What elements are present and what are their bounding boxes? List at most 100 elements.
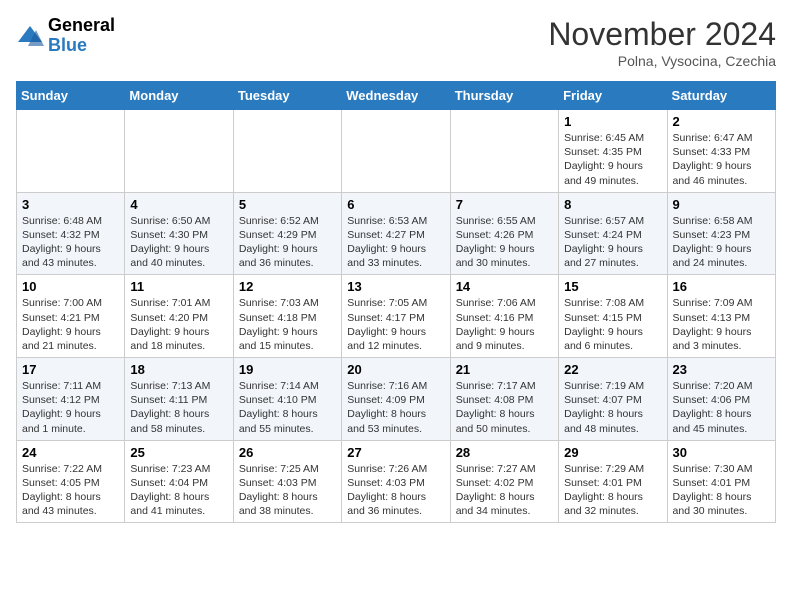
day-info: Sunrise: 7:19 AM Sunset: 4:07 PM Dayligh… bbox=[564, 379, 661, 436]
calendar-cell: 26Sunrise: 7:25 AM Sunset: 4:03 PM Dayli… bbox=[233, 440, 341, 523]
day-info: Sunrise: 7:26 AM Sunset: 4:03 PM Dayligh… bbox=[347, 462, 444, 519]
logo-general: General bbox=[48, 16, 115, 36]
day-info: Sunrise: 7:16 AM Sunset: 4:09 PM Dayligh… bbox=[347, 379, 444, 436]
day-info: Sunrise: 7:30 AM Sunset: 4:01 PM Dayligh… bbox=[673, 462, 770, 519]
day-number: 4 bbox=[130, 197, 227, 212]
calendar-cell: 14Sunrise: 7:06 AM Sunset: 4:16 PM Dayli… bbox=[450, 275, 558, 358]
calendar-cell: 25 Sunrise: 7:23 AM Sunset: 4:04 PM Dayli… bbox=[125, 440, 233, 523]
day-number: 13 bbox=[347, 279, 444, 294]
day-info: Sunrise: 7:05 AM Sunset: 4:17 PM Dayligh… bbox=[347, 296, 444, 353]
day-number: 24 bbox=[22, 445, 119, 460]
location: Polna, Vysocina, Czechia bbox=[548, 53, 776, 69]
calendar-cell: 3 Sunrise: 6:48 AM Sunset: 4:32 PM Daylig… bbox=[17, 192, 125, 275]
calendar-cell bbox=[342, 110, 450, 193]
day-number: 22 bbox=[564, 362, 661, 377]
logo-text: General Blue bbox=[48, 16, 115, 56]
day-number: 8 bbox=[564, 197, 661, 212]
day-info: Sunrise: 7:13 AM Sunset: 4:11 PM Dayligh… bbox=[130, 379, 227, 436]
logo: General Blue bbox=[16, 16, 115, 56]
calendar-week-row: 3 Sunrise: 6:48 AM Sunset: 4:32 PM Daylig… bbox=[17, 192, 776, 275]
day-info: Sunrise: 6:52 AM Sunset: 4:29 PM Dayligh… bbox=[239, 214, 336, 271]
day-info: Sunrise: 7:23 AM Sunset: 4:04 PM Dayligh… bbox=[130, 462, 227, 519]
page-header: General Blue November 2024 Polna, Vysoci… bbox=[16, 16, 776, 69]
day-info: Sunrise: 7:01 AM Sunset: 4:20 PM Dayligh… bbox=[130, 296, 227, 353]
day-number: 3 bbox=[22, 197, 119, 212]
calendar-week-row: 1Sunrise: 6:45 AM Sunset: 4:35 PM Daylig… bbox=[17, 110, 776, 193]
calendar-cell: 12Sunrise: 7:03 AM Sunset: 4:18 PM Dayli… bbox=[233, 275, 341, 358]
calendar-cell: 18 Sunrise: 7:13 AM Sunset: 4:11 PM Dayli… bbox=[125, 358, 233, 441]
weekday-header: Sunday bbox=[17, 82, 125, 110]
logo-blue: Blue bbox=[48, 36, 115, 56]
day-info: Sunrise: 6:48 AM Sunset: 4:32 PM Dayligh… bbox=[22, 214, 119, 271]
calendar-cell: 28 Sunrise: 7:27 AM Sunset: 4:02 PM Dayli… bbox=[450, 440, 558, 523]
calendar-cell: 5Sunrise: 6:52 AM Sunset: 4:29 PM Daylig… bbox=[233, 192, 341, 275]
day-number: 29 bbox=[564, 445, 661, 460]
day-number: 21 bbox=[456, 362, 553, 377]
calendar-cell: 1Sunrise: 6:45 AM Sunset: 4:35 PM Daylig… bbox=[559, 110, 667, 193]
calendar-table: SundayMondayTuesdayWednesdayThursdayFrid… bbox=[16, 81, 776, 523]
day-info: Sunrise: 7:20 AM Sunset: 4:06 PM Dayligh… bbox=[673, 379, 770, 436]
calendar-week-row: 24Sunrise: 7:22 AM Sunset: 4:05 PM Dayli… bbox=[17, 440, 776, 523]
day-number: 17 bbox=[22, 362, 119, 377]
title-block: November 2024 Polna, Vysocina, Czechia bbox=[548, 16, 776, 69]
calendar-cell bbox=[17, 110, 125, 193]
calendar-cell: 10 Sunrise: 7:00 AM Sunset: 4:21 PM Dayli… bbox=[17, 275, 125, 358]
calendar-cell: 7 Sunrise: 6:55 AM Sunset: 4:26 PM Daylig… bbox=[450, 192, 558, 275]
day-number: 14 bbox=[456, 279, 553, 294]
calendar-cell: 8Sunrise: 6:57 AM Sunset: 4:24 PM Daylig… bbox=[559, 192, 667, 275]
weekday-header: Tuesday bbox=[233, 82, 341, 110]
day-info: Sunrise: 6:55 AM Sunset: 4:26 PM Dayligh… bbox=[456, 214, 553, 271]
weekday-header: Monday bbox=[125, 82, 233, 110]
day-number: 28 bbox=[456, 445, 553, 460]
calendar-cell: 2Sunrise: 6:47 AM Sunset: 4:33 PM Daylig… bbox=[667, 110, 775, 193]
day-number: 9 bbox=[673, 197, 770, 212]
day-info: Sunrise: 7:29 AM Sunset: 4:01 PM Dayligh… bbox=[564, 462, 661, 519]
calendar-cell: 11Sunrise: 7:01 AM Sunset: 4:20 PM Dayli… bbox=[125, 275, 233, 358]
calendar-cell bbox=[233, 110, 341, 193]
day-info: Sunrise: 7:08 AM Sunset: 4:15 PM Dayligh… bbox=[564, 296, 661, 353]
calendar-cell: 24Sunrise: 7:22 AM Sunset: 4:05 PM Dayli… bbox=[17, 440, 125, 523]
day-info: Sunrise: 7:09 AM Sunset: 4:13 PM Dayligh… bbox=[673, 296, 770, 353]
day-number: 19 bbox=[239, 362, 336, 377]
calendar-cell: 6 Sunrise: 6:53 AM Sunset: 4:27 PM Daylig… bbox=[342, 192, 450, 275]
calendar-cell: 17 Sunrise: 7:11 AM Sunset: 4:12 PM Dayli… bbox=[17, 358, 125, 441]
day-info: Sunrise: 6:58 AM Sunset: 4:23 PM Dayligh… bbox=[673, 214, 770, 271]
calendar-cell: 23 Sunrise: 7:20 AM Sunset: 4:06 PM Dayli… bbox=[667, 358, 775, 441]
day-number: 18 bbox=[130, 362, 227, 377]
day-info: Sunrise: 6:53 AM Sunset: 4:27 PM Dayligh… bbox=[347, 214, 444, 271]
day-info: Sunrise: 7:25 AM Sunset: 4:03 PM Dayligh… bbox=[239, 462, 336, 519]
day-info: Sunrise: 7:00 AM Sunset: 4:21 PM Dayligh… bbox=[22, 296, 119, 353]
day-number: 20 bbox=[347, 362, 444, 377]
logo-icon bbox=[16, 22, 44, 50]
calendar-cell: 9 Sunrise: 6:58 AM Sunset: 4:23 PM Daylig… bbox=[667, 192, 775, 275]
day-number: 15 bbox=[564, 279, 661, 294]
day-number: 10 bbox=[22, 279, 119, 294]
day-info: Sunrise: 6:50 AM Sunset: 4:30 PM Dayligh… bbox=[130, 214, 227, 271]
calendar-cell: 20 Sunrise: 7:16 AM Sunset: 4:09 PM Dayli… bbox=[342, 358, 450, 441]
day-info: Sunrise: 7:11 AM Sunset: 4:12 PM Dayligh… bbox=[22, 379, 119, 436]
day-info: Sunrise: 7:17 AM Sunset: 4:08 PM Dayligh… bbox=[456, 379, 553, 436]
day-number: 25 bbox=[130, 445, 227, 460]
day-info: Sunrise: 7:27 AM Sunset: 4:02 PM Dayligh… bbox=[456, 462, 553, 519]
calendar-cell: 16Sunrise: 7:09 AM Sunset: 4:13 PM Dayli… bbox=[667, 275, 775, 358]
weekday-header: Friday bbox=[559, 82, 667, 110]
calendar-week-row: 10 Sunrise: 7:00 AM Sunset: 4:21 PM Dayli… bbox=[17, 275, 776, 358]
calendar-cell bbox=[450, 110, 558, 193]
day-number: 6 bbox=[347, 197, 444, 212]
calendar-cell: 30 Sunrise: 7:30 AM Sunset: 4:01 PM Dayli… bbox=[667, 440, 775, 523]
day-number: 23 bbox=[673, 362, 770, 377]
day-number: 1 bbox=[564, 114, 661, 129]
calendar-cell: 19 Sunrise: 7:14 AM Sunset: 4:10 PM Dayli… bbox=[233, 358, 341, 441]
day-number: 30 bbox=[673, 445, 770, 460]
calendar-cell: 22 Sunrise: 7:19 AM Sunset: 4:07 PM Dayli… bbox=[559, 358, 667, 441]
month-title: November 2024 bbox=[548, 16, 776, 53]
day-number: 27 bbox=[347, 445, 444, 460]
calendar-week-row: 17 Sunrise: 7:11 AM Sunset: 4:12 PM Dayli… bbox=[17, 358, 776, 441]
day-info: Sunrise: 7:03 AM Sunset: 4:18 PM Dayligh… bbox=[239, 296, 336, 353]
day-number: 7 bbox=[456, 197, 553, 212]
day-info: Sunrise: 6:47 AM Sunset: 4:33 PM Dayligh… bbox=[673, 131, 770, 188]
calendar-cell: 21 Sunrise: 7:17 AM Sunset: 4:08 PM Dayli… bbox=[450, 358, 558, 441]
day-info: Sunrise: 7:14 AM Sunset: 4:10 PM Dayligh… bbox=[239, 379, 336, 436]
calendar-cell bbox=[125, 110, 233, 193]
calendar-cell: 27 Sunrise: 7:26 AM Sunset: 4:03 PM Dayli… bbox=[342, 440, 450, 523]
